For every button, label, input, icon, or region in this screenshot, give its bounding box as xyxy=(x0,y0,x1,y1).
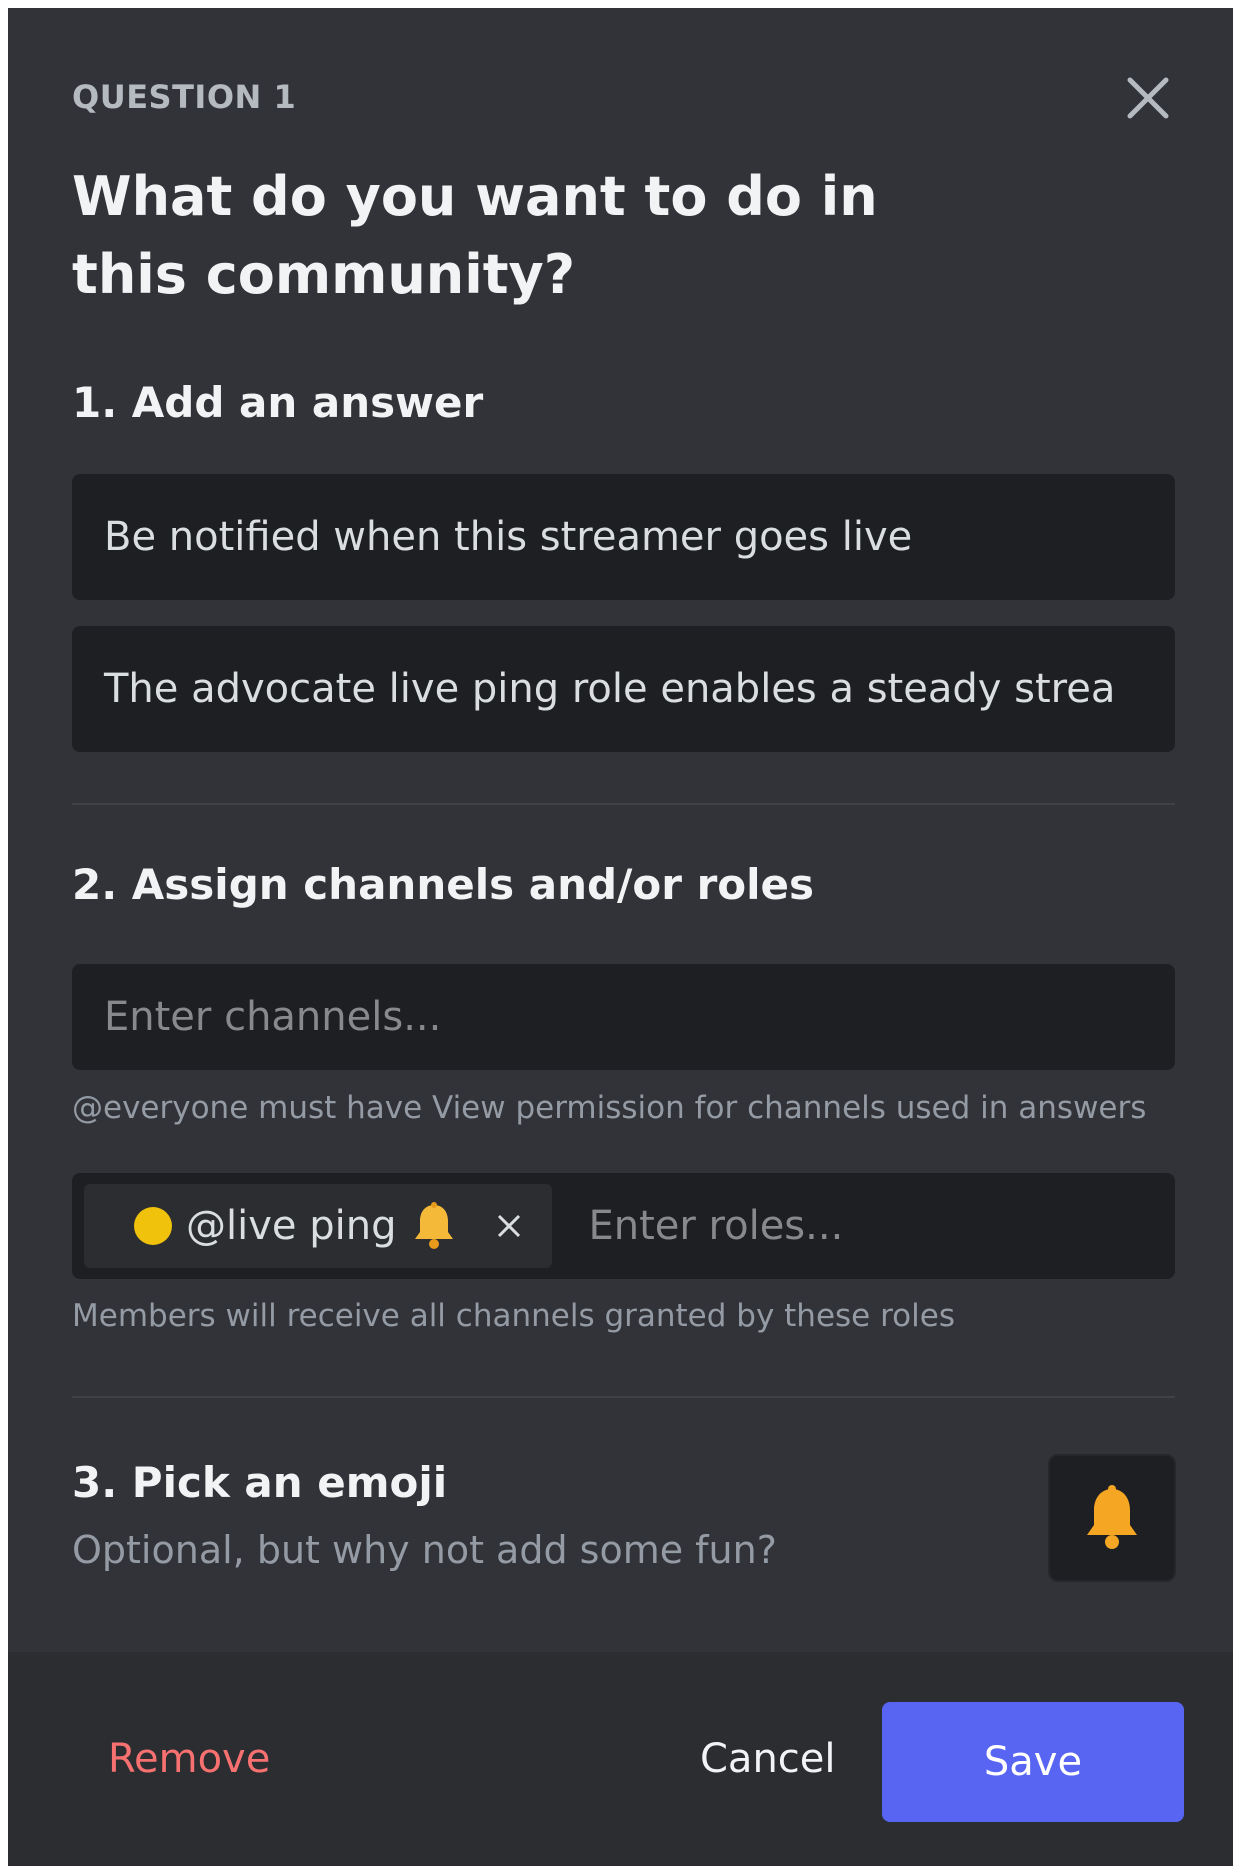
cancel-button[interactable]: Cancel xyxy=(700,1736,836,1782)
role-chip-label: @live ping xyxy=(186,1203,397,1249)
modal-footer: Remove Cancel Save xyxy=(8,1652,1233,1866)
remove-button[interactable]: Remove xyxy=(108,1736,270,1782)
roles-placeholder: Enter roles... xyxy=(588,1203,844,1249)
section-divider xyxy=(72,1396,1175,1398)
close-icon xyxy=(1127,77,1169,119)
role-chip[interactable]: @live ping xyxy=(84,1184,553,1268)
remove-role-icon[interactable] xyxy=(494,1211,524,1241)
roles-input[interactable]: @live ping Enter roles... xyxy=(72,1173,1175,1279)
pick-emoji-heading: 3. Pick an emoji xyxy=(72,1458,448,1507)
section-divider xyxy=(72,803,1175,805)
question-label: QUESTION 1 xyxy=(72,78,297,116)
assign-channels-roles-heading: 2. Assign channels and/or roles xyxy=(72,860,815,909)
answer-description-input[interactable]: The advocate live ping role enables a st… xyxy=(72,626,1175,752)
question-title: What do you want to do in this community… xyxy=(72,165,878,306)
add-answer-heading: 1. Add an answer xyxy=(72,378,484,427)
role-color-dot xyxy=(134,1207,172,1245)
channels-input[interactable]: Enter channels... xyxy=(72,964,1175,1070)
bell-icon xyxy=(1087,1485,1137,1549)
answer-input[interactable]: Be notified when this streamer goes live xyxy=(72,474,1175,600)
roles-helper-text: Members will receive all channels grante… xyxy=(72,1298,955,1334)
channels-helper-text: @everyone must have View permission for … xyxy=(72,1090,1147,1126)
close-button[interactable] xyxy=(1118,68,1178,128)
bell-icon xyxy=(408,1200,460,1252)
pick-emoji-subtext: Optional, but why not add some fun? xyxy=(72,1528,777,1572)
question-modal: QUESTION 1 What do you want to do in thi… xyxy=(8,8,1233,1866)
save-button[interactable]: Save xyxy=(882,1702,1184,1822)
emoji-picker-button[interactable] xyxy=(1048,1454,1176,1582)
